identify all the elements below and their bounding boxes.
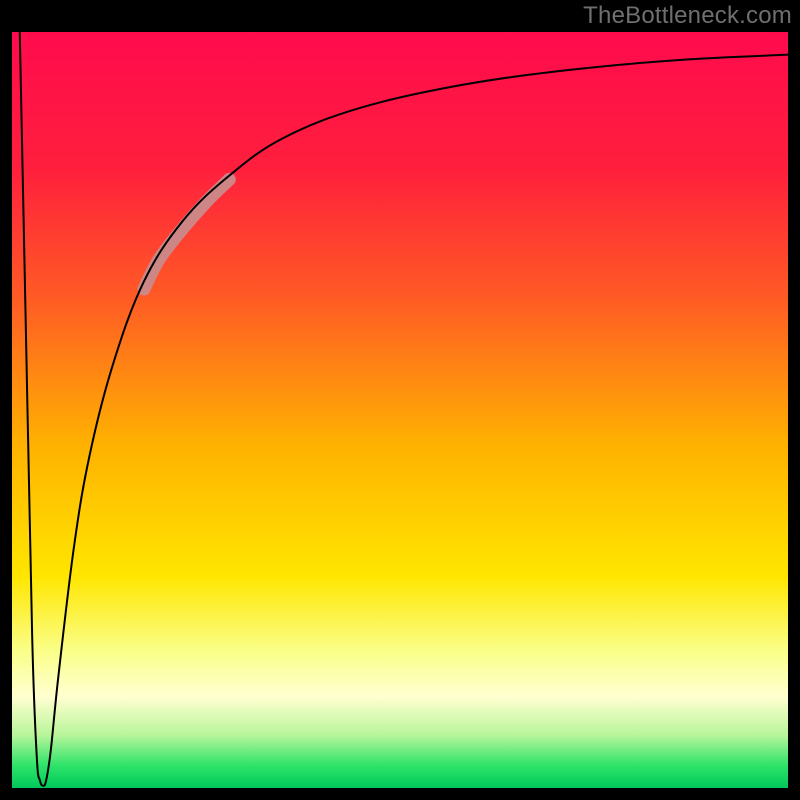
gradient-background	[12, 32, 788, 788]
watermark-text: TheBottleneck.com	[583, 2, 792, 30]
chart-svg	[12, 32, 788, 788]
plot-frame	[12, 32, 788, 788]
chart-container: TheBottleneck.com	[0, 0, 800, 800]
